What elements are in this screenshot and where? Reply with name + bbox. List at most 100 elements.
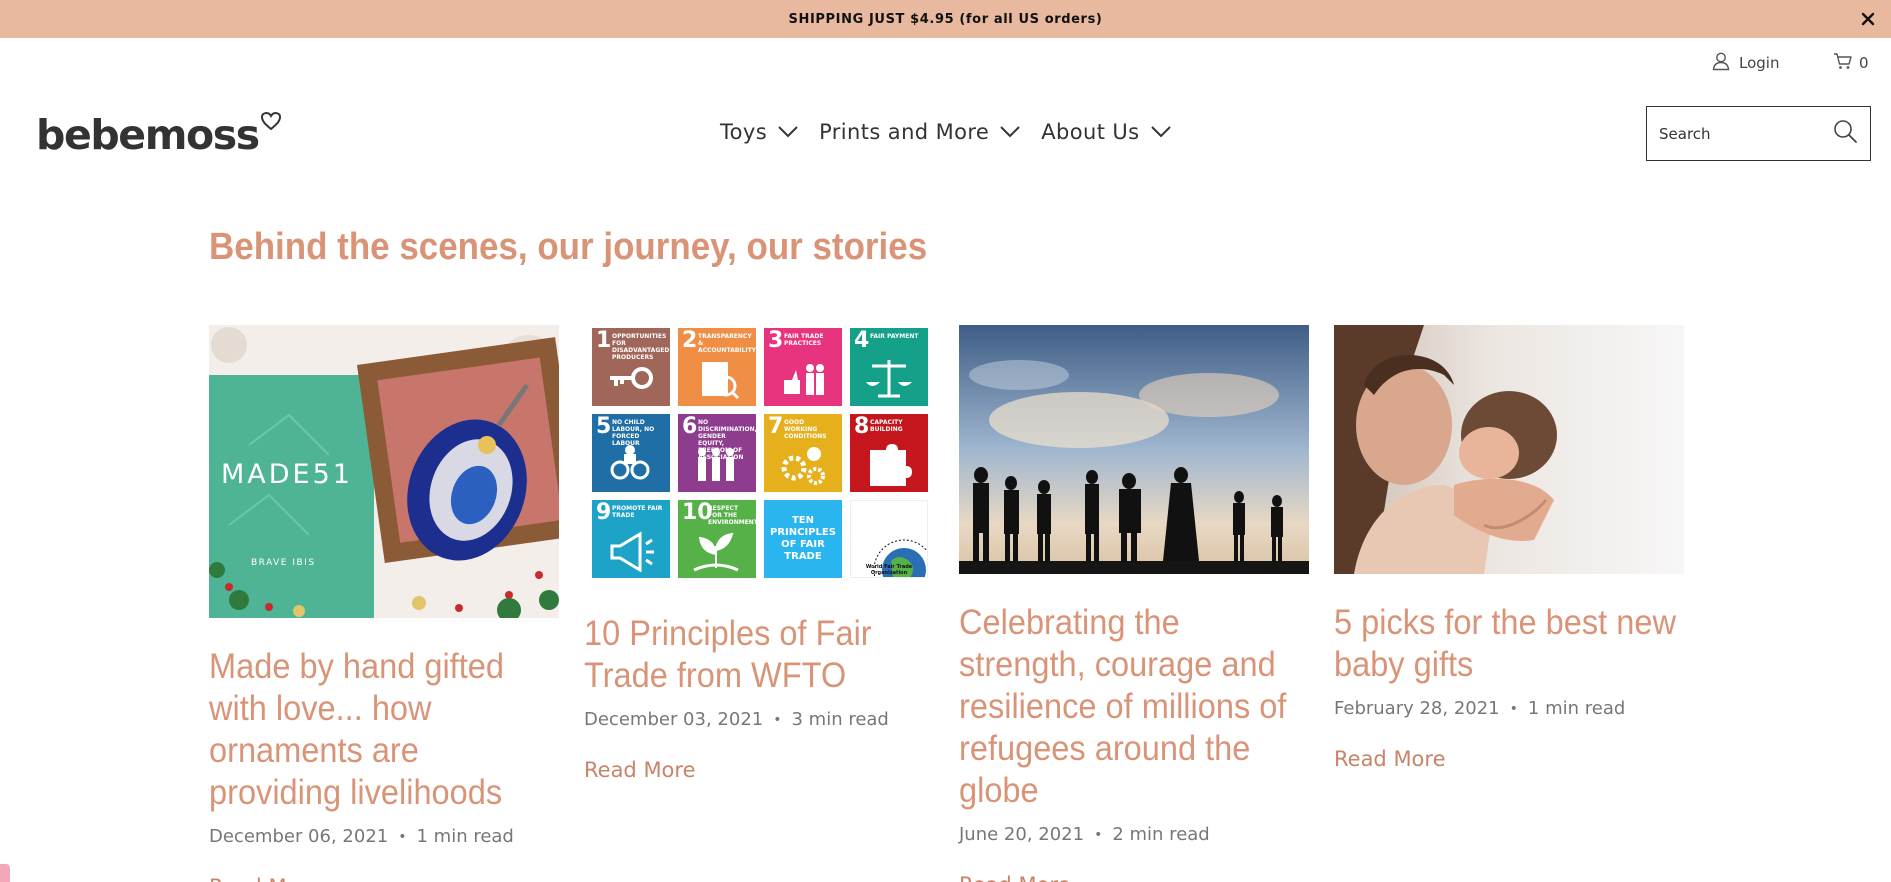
principle-number: 3 xyxy=(768,328,784,353)
principle-number: 5 xyxy=(596,414,612,439)
article-image-fair-trade[interactable]: 1 Opportunities for disadvantaged produce… xyxy=(584,325,934,585)
separator-dot: • xyxy=(1509,700,1518,717)
principle-label: Promote fair trade xyxy=(612,505,663,519)
article-read-time: 3 min read xyxy=(791,709,889,730)
fair-trade-principles-grid: 1 Opportunities for disadvantaged produce… xyxy=(592,328,928,578)
principle-label: Opportunities for disadvantaged producer… xyxy=(612,333,670,361)
people-icon xyxy=(784,364,824,395)
principle-tile: 3 Fair trade practices xyxy=(764,328,842,406)
nav-item-toys[interactable]: Toys xyxy=(720,120,799,144)
principle-tile: World Fair Trade Organization xyxy=(850,500,928,578)
principle-tile-text: Ten principles of fair trade xyxy=(770,515,836,562)
read-more-link[interactable]: Read More xyxy=(209,875,321,882)
separator-dot: • xyxy=(773,711,782,728)
article-meta: February 28, 2021 • 1 min read xyxy=(1334,698,1684,719)
close-icon[interactable] xyxy=(1857,8,1879,30)
principle-number: 9 xyxy=(596,500,612,525)
article-read-time: 1 min read xyxy=(416,826,514,847)
article-date: December 06, 2021 xyxy=(209,826,389,847)
nav-item-label: Toys xyxy=(720,120,768,144)
article-card: MADE51 BRAVE IBIS Made by hand gifted wi… xyxy=(209,325,559,882)
principle-label: Good working conditions xyxy=(784,419,827,440)
article-card: 5 picks for the best new baby gifts Febr… xyxy=(1334,325,1684,771)
article-card: Celebrating the strength, courage and re… xyxy=(959,325,1309,882)
principle-number: 8 xyxy=(854,414,870,439)
chain-icon xyxy=(610,445,650,480)
product-label-text: BRAVE IBIS xyxy=(251,558,316,568)
principle-tile: 6 No discrimination, gender equity, freed… xyxy=(678,414,756,492)
cart-icon xyxy=(1833,51,1853,75)
principle-label: Fair trade practices xyxy=(784,333,824,347)
article-image-ornament[interactable]: MADE51 BRAVE IBIS xyxy=(209,325,559,618)
announcement-text: SHIPPING JUST $4.95 (for all US orders) xyxy=(788,11,1103,27)
wfto-logo-label: World Fair Trade Organization xyxy=(865,564,913,576)
article-date: December 03, 2021 xyxy=(584,709,764,730)
chevron-down-icon xyxy=(1150,120,1172,144)
chevron-down-icon xyxy=(777,120,799,144)
search-icon[interactable] xyxy=(1832,118,1858,149)
article-read-time: 1 min read xyxy=(1527,698,1626,719)
principle-tile: 5 No child labour, no forced labour xyxy=(592,414,670,492)
principle-tile: 4 Fair payment xyxy=(850,328,928,406)
principle-tile: 7 Good working conditions xyxy=(764,414,842,492)
article-card: 1 Opportunities for disadvantaged produce… xyxy=(584,325,934,782)
plant-icon xyxy=(693,532,739,572)
chat-widget-tab[interactable] xyxy=(0,864,10,882)
principle-tile: 10 Respect for the environment xyxy=(678,500,756,578)
chevron-down-icon xyxy=(999,120,1021,144)
user-icon xyxy=(1711,51,1731,75)
principle-tile: Ten principles of fair trade xyxy=(764,500,842,578)
document-icon xyxy=(702,362,740,400)
search-box xyxy=(1646,106,1871,161)
site-logo[interactable]: bebemoss xyxy=(36,108,282,156)
nav-item-prints-and-more[interactable]: Prints and More xyxy=(819,120,1021,144)
article-title[interactable]: Made by hand gifted with love... how orn… xyxy=(209,646,559,814)
main-nav: Toys Prints and More About Us xyxy=(720,114,1172,150)
article-title[interactable]: 5 picks for the best new baby gifts xyxy=(1334,602,1684,686)
principle-label: No child labour, no forced labour xyxy=(612,419,655,447)
cart-link[interactable]: 0 xyxy=(1833,50,1869,76)
article-title[interactable]: Celebrating the strength, courage and re… xyxy=(959,602,1309,812)
principle-tile: 2 Transparency & accountability xyxy=(678,328,756,406)
principle-tile: 9 Promote fair trade xyxy=(592,500,670,578)
article-meta: June 20, 2021 • 2 min read xyxy=(959,824,1309,845)
nav-item-label: About Us xyxy=(1041,120,1140,144)
made51-logo-text: MADE51 xyxy=(221,459,353,490)
article-meta: December 03, 2021 • 3 min read xyxy=(584,709,934,730)
separator-dot: • xyxy=(398,828,407,845)
read-more-link[interactable]: Read More xyxy=(959,873,1071,882)
article-image-refugees[interactable] xyxy=(959,325,1309,574)
login-link[interactable]: Login xyxy=(1711,50,1779,76)
principle-number: 6 xyxy=(682,414,698,439)
principle-tile: 8 Capacity building xyxy=(850,414,928,492)
page-title: Behind the scenes, our journey, our stor… xyxy=(209,226,928,268)
announcement-bar: SHIPPING JUST $4.95 (for all US orders) xyxy=(0,0,1891,38)
key-icon xyxy=(610,367,653,389)
read-more-link[interactable]: Read More xyxy=(1334,747,1446,771)
article-date: June 20, 2021 xyxy=(959,824,1085,845)
article-image-baby[interactable] xyxy=(1334,325,1684,574)
heart-icon xyxy=(260,111,282,136)
article-meta: December 06, 2021 • 1 min read xyxy=(209,826,559,847)
gear-icon xyxy=(781,447,825,485)
principle-number: 4 xyxy=(854,328,870,353)
principle-label: Capacity building xyxy=(870,419,903,433)
logo-text: bebemoss xyxy=(36,111,260,159)
principle-number: 7 xyxy=(768,414,784,439)
megaphone-icon xyxy=(610,531,654,572)
nav-item-label: Prints and More xyxy=(819,120,990,144)
group-icon xyxy=(698,448,734,481)
principle-label: Respect for the environment xyxy=(708,505,756,526)
read-more-link[interactable]: Read More xyxy=(584,758,696,782)
search-input[interactable] xyxy=(1659,124,1832,143)
nav-item-about-us[interactable]: About Us xyxy=(1041,120,1171,144)
principle-label: Transparency & accountability xyxy=(698,333,756,354)
cart-count: 0 xyxy=(1859,54,1869,72)
principle-tile: 1 Opportunities for disadvantaged produce… xyxy=(592,328,670,406)
scale-icon xyxy=(866,360,912,398)
article-title[interactable]: 10 Principles of Fair Trade from WFTO xyxy=(584,613,934,697)
article-date: February 28, 2021 xyxy=(1334,698,1500,719)
principle-number: 2 xyxy=(682,328,698,353)
separator-dot: • xyxy=(1094,826,1103,843)
principle-label: Fair payment xyxy=(870,333,919,340)
